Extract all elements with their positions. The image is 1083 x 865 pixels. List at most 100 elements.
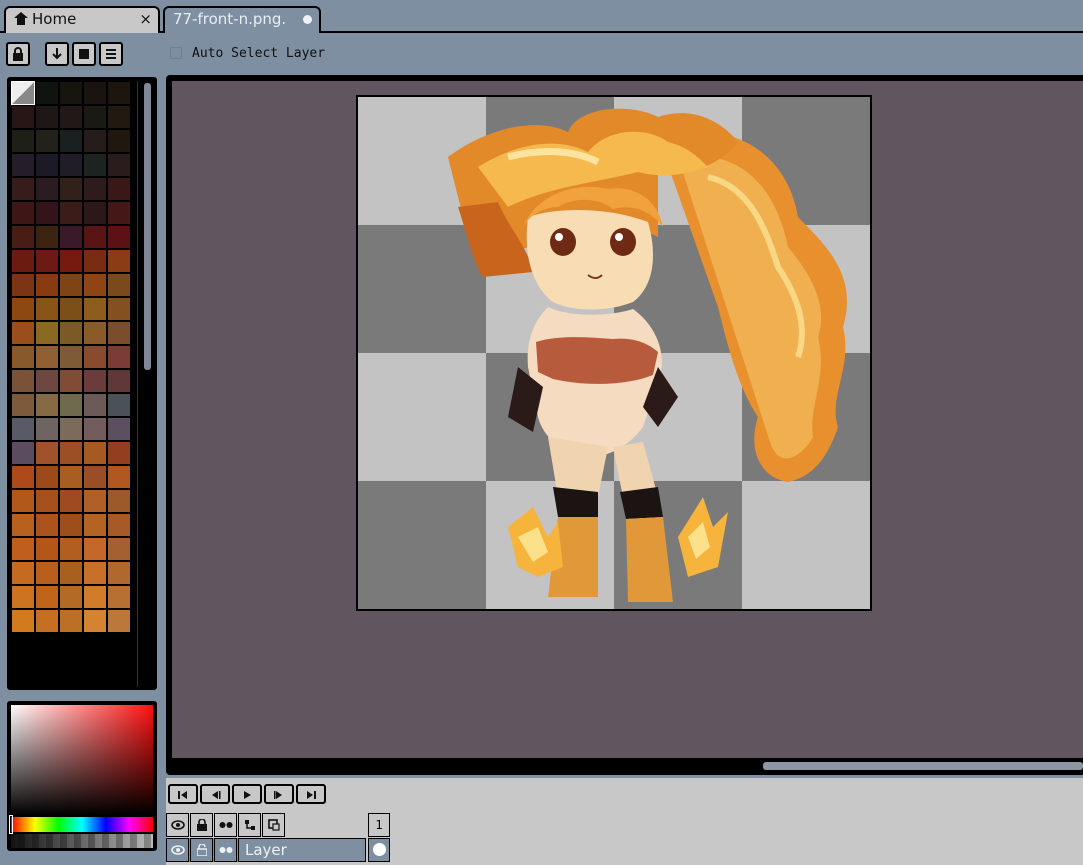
palette-swatch[interactable]: [35, 345, 59, 369]
palette-swatch[interactable]: [83, 369, 107, 393]
play-button[interactable]: [232, 784, 262, 804]
palette-swatch[interactable]: [59, 513, 83, 537]
arrow-down-button[interactable]: [45, 42, 69, 66]
palette-swatch[interactable]: [59, 489, 83, 513]
palette-swatch[interactable]: [83, 81, 107, 105]
palette-swatch[interactable]: [107, 81, 131, 105]
auto-select-layer-checkbox[interactable]: [170, 47, 182, 59]
palette-swatch[interactable]: [35, 393, 59, 417]
palette-swatch[interactable]: [35, 129, 59, 153]
palette-swatch[interactable]: [107, 369, 131, 393]
palette-swatch[interactable]: [83, 273, 107, 297]
palette-swatch[interactable]: [35, 297, 59, 321]
palette-swatch[interactable]: [11, 129, 35, 153]
menu-button[interactable]: [99, 42, 123, 66]
palette-swatch[interactable]: [11, 201, 35, 225]
palette-swatch[interactable]: [107, 561, 131, 585]
previous-frame-button[interactable]: [200, 784, 230, 804]
lock-header-icon[interactable]: [190, 813, 213, 837]
palette-swatch[interactable]: [59, 393, 83, 417]
palette-swatch[interactable]: [35, 441, 59, 465]
palette-swatch[interactable]: [83, 465, 107, 489]
palette-swatch[interactable]: [107, 297, 131, 321]
palette-swatch[interactable]: [59, 321, 83, 345]
palette-swatch[interactable]: [35, 417, 59, 441]
palette-swatch[interactable]: [83, 321, 107, 345]
alpha-slider[interactable]: [11, 834, 153, 848]
palette-swatch[interactable]: [59, 81, 83, 105]
palette-swatch[interactable]: [83, 585, 107, 609]
palette-swatch[interactable]: [59, 465, 83, 489]
palette-swatch[interactable]: [35, 489, 59, 513]
palette-swatch[interactable]: [59, 129, 83, 153]
hue-marker[interactable]: [9, 815, 13, 834]
palette-swatch[interactable]: [83, 129, 107, 153]
link-header-icon[interactable]: [214, 813, 237, 837]
palette-swatch[interactable]: [11, 81, 35, 105]
palette-swatch[interactable]: [35, 201, 59, 225]
palette-swatch[interactable]: [11, 321, 35, 345]
palette-swatch[interactable]: [83, 393, 107, 417]
palette-swatch[interactable]: [11, 609, 35, 633]
palette-swatch[interactable]: [83, 561, 107, 585]
palette-swatch[interactable]: [59, 345, 83, 369]
palette-swatch[interactable]: [35, 585, 59, 609]
hue-slider[interactable]: [11, 817, 153, 832]
palette-swatch[interactable]: [11, 177, 35, 201]
palette-swatch[interactable]: [59, 177, 83, 201]
palette-swatch[interactable]: [59, 609, 83, 633]
palette-swatch[interactable]: [11, 537, 35, 561]
palette-swatch[interactable]: [11, 345, 35, 369]
next-frame-button[interactable]: [264, 784, 294, 804]
new-layer-icon[interactable]: [262, 813, 285, 837]
palette-swatch[interactable]: [107, 177, 131, 201]
palette-swatch[interactable]: [59, 585, 83, 609]
palette-swatch[interactable]: [11, 561, 35, 585]
palette-swatch[interactable]: [11, 369, 35, 393]
layer-visibility-icon[interactable]: [166, 838, 189, 862]
palette-swatch[interactable]: [35, 153, 59, 177]
palette-swatch[interactable]: [59, 417, 83, 441]
palette-swatch[interactable]: [35, 273, 59, 297]
palette-swatch[interactable]: [83, 489, 107, 513]
palette-swatch[interactable]: [83, 201, 107, 225]
palette-swatch[interactable]: [107, 609, 131, 633]
palette-swatch[interactable]: [107, 417, 131, 441]
saturation-value-field[interactable]: [11, 705, 153, 815]
palette-swatch[interactable]: [35, 561, 59, 585]
palette-swatch[interactable]: [107, 273, 131, 297]
palette-swatch[interactable]: [83, 513, 107, 537]
palette-swatch[interactable]: [107, 225, 131, 249]
palette-swatch[interactable]: [11, 249, 35, 273]
palette-swatch[interactable]: [35, 513, 59, 537]
first-frame-button[interactable]: [168, 784, 198, 804]
palette-swatch[interactable]: [59, 225, 83, 249]
palette-swatch[interactable]: [107, 201, 131, 225]
palette-swatch[interactable]: [11, 441, 35, 465]
palette-swatch[interactable]: [35, 537, 59, 561]
palette-swatch[interactable]: [11, 225, 35, 249]
palette-swatch[interactable]: [83, 177, 107, 201]
palette-swatch[interactable]: [11, 585, 35, 609]
palette-swatch[interactable]: [83, 105, 107, 129]
layer-tree-icon[interactable]: [238, 813, 261, 837]
palette-swatch[interactable]: [35, 81, 59, 105]
palette-swatch[interactable]: [59, 153, 83, 177]
palette-swatch[interactable]: [59, 297, 83, 321]
palette-swatch[interactable]: [35, 321, 59, 345]
palette-swatch[interactable]: [59, 273, 83, 297]
palette-swatch[interactable]: [107, 489, 131, 513]
sprite-canvas[interactable]: [356, 95, 872, 611]
palette-swatch[interactable]: [59, 369, 83, 393]
palette-swatch[interactable]: [11, 153, 35, 177]
layer-row[interactable]: Layer: [166, 838, 366, 862]
visibility-header-icon[interactable]: [166, 813, 189, 837]
palette-swatch[interactable]: [59, 441, 83, 465]
palette-swatch[interactable]: [83, 609, 107, 633]
palette-swatch[interactable]: [35, 249, 59, 273]
palette-swatch[interactable]: [35, 609, 59, 633]
palette-swatch[interactable]: [35, 225, 59, 249]
palette-swatch[interactable]: [83, 441, 107, 465]
frame-number[interactable]: 1: [368, 813, 390, 837]
palette-swatch[interactable]: [11, 105, 35, 129]
